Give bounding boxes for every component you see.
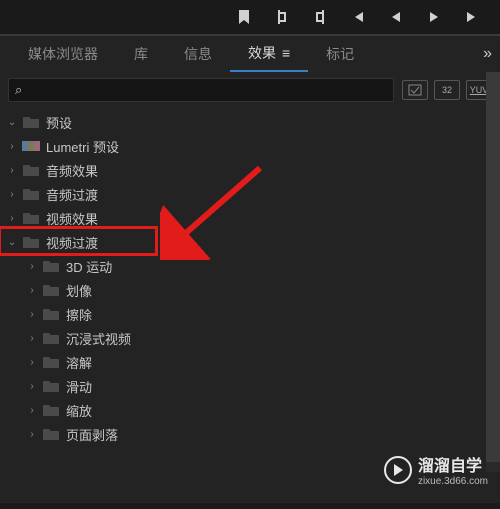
chevron-right-icon[interactable]: › [26,285,38,296]
tree-label: 视频过渡 [46,233,98,252]
marker-icon[interactable] [236,9,252,25]
search-input[interactable] [22,83,387,98]
tab-media-browser[interactable]: 媒体浏览器 [10,36,116,72]
chevron-right-icon[interactable]: › [26,357,38,368]
folder-icon [42,355,60,369]
tab-info[interactable]: 信息 [166,36,230,72]
folder-icon [42,427,60,441]
panel-menu-icon[interactable]: ≡ [282,45,290,61]
tree-row-2[interactable]: › 音频效果 [0,158,500,182]
chevron-right-icon[interactable]: › [6,165,18,176]
lumetri-icon [22,139,40,153]
tree-row-9[interactable]: › 沉浸式视频 [0,326,500,350]
panel-scrollbar[interactable] [486,72,500,472]
badge-accelerated[interactable] [402,80,428,100]
folder-icon [42,259,60,273]
tree-label: 缩放 [66,401,92,420]
search-icon: ⌕ [15,82,22,98]
tree-label: 视频效果 [46,209,98,228]
folder-icon [22,187,40,201]
chevron-right-icon[interactable]: › [26,381,38,392]
search-input-wrap[interactable]: ⌕ [8,78,394,102]
badge-32bit[interactable]: 32 [434,80,460,100]
folder-icon [42,379,60,393]
tree-row-6[interactable]: › 3D 运动 [0,254,500,278]
panel-tabs: 媒体浏览器 库 信息 效果 ≡ 标记 » [0,36,500,72]
effects-search-row: ⌕ 32 YUV [0,72,500,108]
effects-tree: ⌄ 预设 › Lumetri 预设 › 音频效果 › 音频过渡 › 视频效果 ⌄ 视频过渡 › 3D 运动… [0,108,500,503]
tree-row-4[interactable]: › 视频效果 [0,206,500,230]
tree-row-3[interactable]: › 音频过渡 [0,182,500,206]
chevron-right-icon[interactable]: › [6,189,18,200]
tab-effects-label: 效果 [248,43,276,63]
tree-label: 擦除 [66,305,92,324]
chevron-down-icon[interactable]: ⌄ [6,237,18,248]
chevron-right-icon[interactable]: › [6,141,18,152]
tree-label: 滑动 [66,377,92,396]
tree-label: 音频过渡 [46,185,98,204]
folder-icon [42,403,60,417]
tab-library[interactable]: 库 [116,36,166,72]
folder-icon [22,163,40,177]
folder-icon [42,331,60,345]
chevron-right-icon[interactable]: › [26,333,38,344]
skip-end-icon[interactable] [464,9,480,25]
tabs-overflow-icon[interactable]: » [483,45,492,63]
tree-row-1[interactable]: › Lumetri 预设 [0,134,500,158]
play-icon[interactable] [426,9,442,25]
tree-label: 预设 [46,113,72,132]
tree-label: 音频效果 [46,161,98,180]
folder-icon [22,115,40,129]
tab-markers[interactable]: 标记 [308,36,372,72]
folder-icon [42,283,60,297]
tree-row-11[interactable]: › 滑动 [0,374,500,398]
tab-effects[interactable]: 效果 ≡ [230,36,308,72]
chevron-right-icon[interactable]: › [26,261,38,272]
tree-label: 3D 运动 [66,257,112,276]
tree-row-7[interactable]: › 划像 [0,278,500,302]
folder-icon [22,211,40,225]
tree-label: Lumetri 预设 [46,137,119,156]
tree-row-10[interactable]: › 溶解 [0,350,500,374]
folder-icon [22,235,40,249]
tree-row-13[interactable]: › 页面剥落 [0,422,500,446]
tree-row-5[interactable]: ⌄ 视频过渡 [0,230,500,254]
out-point-icon[interactable] [312,9,328,25]
tree-row-12[interactable]: › 缩放 [0,398,500,422]
scrollbar-thumb[interactable] [486,72,500,462]
chevron-right-icon[interactable]: › [26,429,38,440]
in-point-icon[interactable] [274,9,290,25]
folder-icon [42,307,60,321]
play-reverse-icon[interactable] [388,9,404,25]
tree-row-8[interactable]: › 擦除 [0,302,500,326]
tree-row-0[interactable]: ⌄ 预设 [0,110,500,134]
chevron-right-icon[interactable]: › [6,213,18,224]
tree-label: 划像 [66,281,92,300]
chevron-down-icon[interactable]: ⌄ [6,117,18,128]
playback-toolbar [0,0,500,36]
tree-label: 沉浸式视频 [66,329,131,348]
chevron-right-icon[interactable]: › [26,405,38,416]
chevron-right-icon[interactable]: › [26,309,38,320]
tree-label: 溶解 [66,353,92,372]
tree-label: 页面剥落 [66,425,118,444]
filter-badges: 32 YUV [402,80,492,100]
skip-start-icon[interactable] [350,9,366,25]
